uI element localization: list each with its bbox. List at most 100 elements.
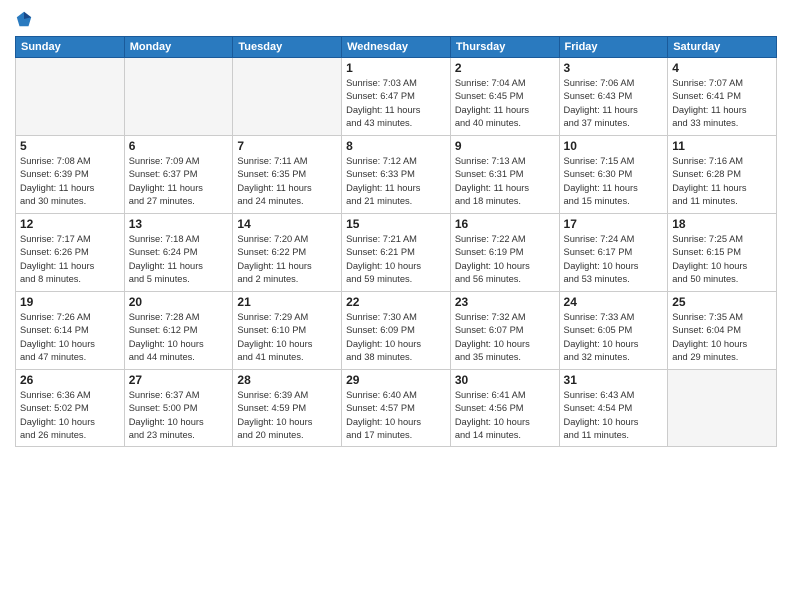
day-number: 29: [346, 373, 446, 387]
day-number: 26: [20, 373, 120, 387]
calendar-cell: 9 Sunrise: 7:13 AM Sunset: 6:31 PM Daylig…: [450, 136, 559, 214]
day-number: 5: [20, 139, 120, 153]
day-info: Sunrise: 7:03 AM Sunset: 6:47 PM Dayligh…: [346, 77, 446, 131]
calendar-cell: 13 Sunrise: 7:18 AM Sunset: 6:24 PM Dayli…: [124, 214, 233, 292]
calendar-cell: 1 Sunrise: 7:03 AM Sunset: 6:47 PM Daylig…: [342, 58, 451, 136]
day-info: Sunrise: 7:28 AM Sunset: 6:12 PM Dayligh…: [129, 311, 229, 365]
day-number: 9: [455, 139, 555, 153]
weekday-header: Friday: [559, 37, 668, 58]
day-info: Sunrise: 7:11 AM Sunset: 6:35 PM Dayligh…: [237, 155, 337, 209]
day-info: Sunrise: 6:39 AM Sunset: 4:59 PM Dayligh…: [237, 389, 337, 443]
day-info: Sunrise: 7:33 AM Sunset: 6:05 PM Dayligh…: [564, 311, 664, 365]
day-number: 13: [129, 217, 229, 231]
weekday-header: Monday: [124, 37, 233, 58]
day-info: Sunrise: 7:04 AM Sunset: 6:45 PM Dayligh…: [455, 77, 555, 131]
day-info: Sunrise: 6:37 AM Sunset: 5:00 PM Dayligh…: [129, 389, 229, 443]
day-info: Sunrise: 7:20 AM Sunset: 6:22 PM Dayligh…: [237, 233, 337, 287]
calendar-week-row: 1 Sunrise: 7:03 AM Sunset: 6:47 PM Daylig…: [16, 58, 777, 136]
calendar-cell: 11 Sunrise: 7:16 AM Sunset: 6:28 PM Dayli…: [668, 136, 777, 214]
calendar-cell: 21 Sunrise: 7:29 AM Sunset: 6:10 PM Dayli…: [233, 292, 342, 370]
day-number: 23: [455, 295, 555, 309]
weekday-header: Saturday: [668, 37, 777, 58]
day-number: 14: [237, 217, 337, 231]
day-info: Sunrise: 7:17 AM Sunset: 6:26 PM Dayligh…: [20, 233, 120, 287]
day-number: 15: [346, 217, 446, 231]
calendar-cell: [16, 58, 125, 136]
day-info: Sunrise: 7:09 AM Sunset: 6:37 PM Dayligh…: [129, 155, 229, 209]
weekday-header: Thursday: [450, 37, 559, 58]
calendar-cell: [124, 58, 233, 136]
day-info: Sunrise: 7:08 AM Sunset: 6:39 PM Dayligh…: [20, 155, 120, 209]
day-number: 30: [455, 373, 555, 387]
day-number: 24: [564, 295, 664, 309]
calendar-week-row: 26 Sunrise: 6:36 AM Sunset: 5:02 PM Dayli…: [16, 370, 777, 447]
day-info: Sunrise: 7:29 AM Sunset: 6:10 PM Dayligh…: [237, 311, 337, 365]
page-container: SundayMondayTuesdayWednesdayThursdayFrid…: [0, 0, 792, 612]
calendar-cell: 14 Sunrise: 7:20 AM Sunset: 6:22 PM Dayli…: [233, 214, 342, 292]
day-number: 4: [672, 61, 772, 75]
calendar-week-row: 19 Sunrise: 7:26 AM Sunset: 6:14 PM Dayli…: [16, 292, 777, 370]
day-number: 28: [237, 373, 337, 387]
day-number: 7: [237, 139, 337, 153]
calendar-cell: 16 Sunrise: 7:22 AM Sunset: 6:19 PM Dayli…: [450, 214, 559, 292]
calendar-cell: 30 Sunrise: 6:41 AM Sunset: 4:56 PM Dayli…: [450, 370, 559, 447]
day-info: Sunrise: 7:06 AM Sunset: 6:43 PM Dayligh…: [564, 77, 664, 131]
calendar-week-row: 5 Sunrise: 7:08 AM Sunset: 6:39 PM Daylig…: [16, 136, 777, 214]
calendar-cell: 28 Sunrise: 6:39 AM Sunset: 4:59 PM Dayli…: [233, 370, 342, 447]
day-number: 16: [455, 217, 555, 231]
calendar-cell: 15 Sunrise: 7:21 AM Sunset: 6:21 PM Dayli…: [342, 214, 451, 292]
header: [15, 10, 777, 28]
day-number: 10: [564, 139, 664, 153]
logo: [15, 10, 37, 28]
calendar-cell: 18 Sunrise: 7:25 AM Sunset: 6:15 PM Dayli…: [668, 214, 777, 292]
calendar-cell: 10 Sunrise: 7:15 AM Sunset: 6:30 PM Dayli…: [559, 136, 668, 214]
calendar-week-row: 12 Sunrise: 7:17 AM Sunset: 6:26 PM Dayli…: [16, 214, 777, 292]
calendar-cell: 2 Sunrise: 7:04 AM Sunset: 6:45 PM Daylig…: [450, 58, 559, 136]
calendar-cell: 20 Sunrise: 7:28 AM Sunset: 6:12 PM Dayli…: [124, 292, 233, 370]
weekday-header-row: SundayMondayTuesdayWednesdayThursdayFrid…: [16, 37, 777, 58]
day-info: Sunrise: 7:18 AM Sunset: 6:24 PM Dayligh…: [129, 233, 229, 287]
logo-icon: [15, 10, 33, 28]
calendar-cell: 29Sunrise: 6:40 AM Sunset: 4:57 PM Dayli…: [342, 370, 451, 447]
calendar-cell: [233, 58, 342, 136]
day-number: 8: [346, 139, 446, 153]
day-info: Sunrise: 7:26 AM Sunset: 6:14 PM Dayligh…: [20, 311, 120, 365]
day-number: 1: [346, 61, 446, 75]
calendar-cell: 6 Sunrise: 7:09 AM Sunset: 6:37 PM Daylig…: [124, 136, 233, 214]
calendar-cell: 5 Sunrise: 7:08 AM Sunset: 6:39 PM Daylig…: [16, 136, 125, 214]
day-number: 3: [564, 61, 664, 75]
day-number: 20: [129, 295, 229, 309]
calendar-cell: 26 Sunrise: 6:36 AM Sunset: 5:02 PM Dayli…: [16, 370, 125, 447]
day-number: 2: [455, 61, 555, 75]
day-info: Sunrise: 6:41 AM Sunset: 4:56 PM Dayligh…: [455, 389, 555, 443]
day-info: Sunrise: 6:36 AM Sunset: 5:02 PM Dayligh…: [20, 389, 120, 443]
day-number: 25: [672, 295, 772, 309]
day-number: 6: [129, 139, 229, 153]
calendar-cell: 17Sunrise: 7:24 AM Sunset: 6:17 PM Dayli…: [559, 214, 668, 292]
day-info: Sunrise: 7:21 AM Sunset: 6:21 PM Dayligh…: [346, 233, 446, 287]
day-info: Sunrise: 7:15 AM Sunset: 6:30 PM Dayligh…: [564, 155, 664, 209]
calendar-cell: 12 Sunrise: 7:17 AM Sunset: 6:26 PM Dayli…: [16, 214, 125, 292]
day-number: 12: [20, 217, 120, 231]
day-info: Sunrise: 7:16 AM Sunset: 6:28 PM Dayligh…: [672, 155, 772, 209]
calendar-table: SundayMondayTuesdayWednesdayThursdayFrid…: [15, 36, 777, 447]
day-number: 27: [129, 373, 229, 387]
day-number: 18: [672, 217, 772, 231]
calendar-cell: 23Sunrise: 7:32 AM Sunset: 6:07 PM Dayli…: [450, 292, 559, 370]
calendar-cell: 24 Sunrise: 7:33 AM Sunset: 6:05 PM Dayli…: [559, 292, 668, 370]
day-info: Sunrise: 7:12 AM Sunset: 6:33 PM Dayligh…: [346, 155, 446, 209]
weekday-header: Sunday: [16, 37, 125, 58]
day-info: Sunrise: 7:24 AM Sunset: 6:17 PM Dayligh…: [564, 233, 664, 287]
calendar-cell: 4Sunrise: 7:07 AM Sunset: 6:41 PM Daylig…: [668, 58, 777, 136]
day-number: 19: [20, 295, 120, 309]
day-info: Sunrise: 6:43 AM Sunset: 4:54 PM Dayligh…: [564, 389, 664, 443]
day-info: Sunrise: 7:25 AM Sunset: 6:15 PM Dayligh…: [672, 233, 772, 287]
day-info: Sunrise: 7:22 AM Sunset: 6:19 PM Dayligh…: [455, 233, 555, 287]
day-number: 21: [237, 295, 337, 309]
weekday-header: Tuesday: [233, 37, 342, 58]
day-info: Sunrise: 7:13 AM Sunset: 6:31 PM Dayligh…: [455, 155, 555, 209]
day-number: 22: [346, 295, 446, 309]
calendar-cell: 7 Sunrise: 7:11 AM Sunset: 6:35 PM Daylig…: [233, 136, 342, 214]
day-number: 11: [672, 139, 772, 153]
weekday-header: Wednesday: [342, 37, 451, 58]
